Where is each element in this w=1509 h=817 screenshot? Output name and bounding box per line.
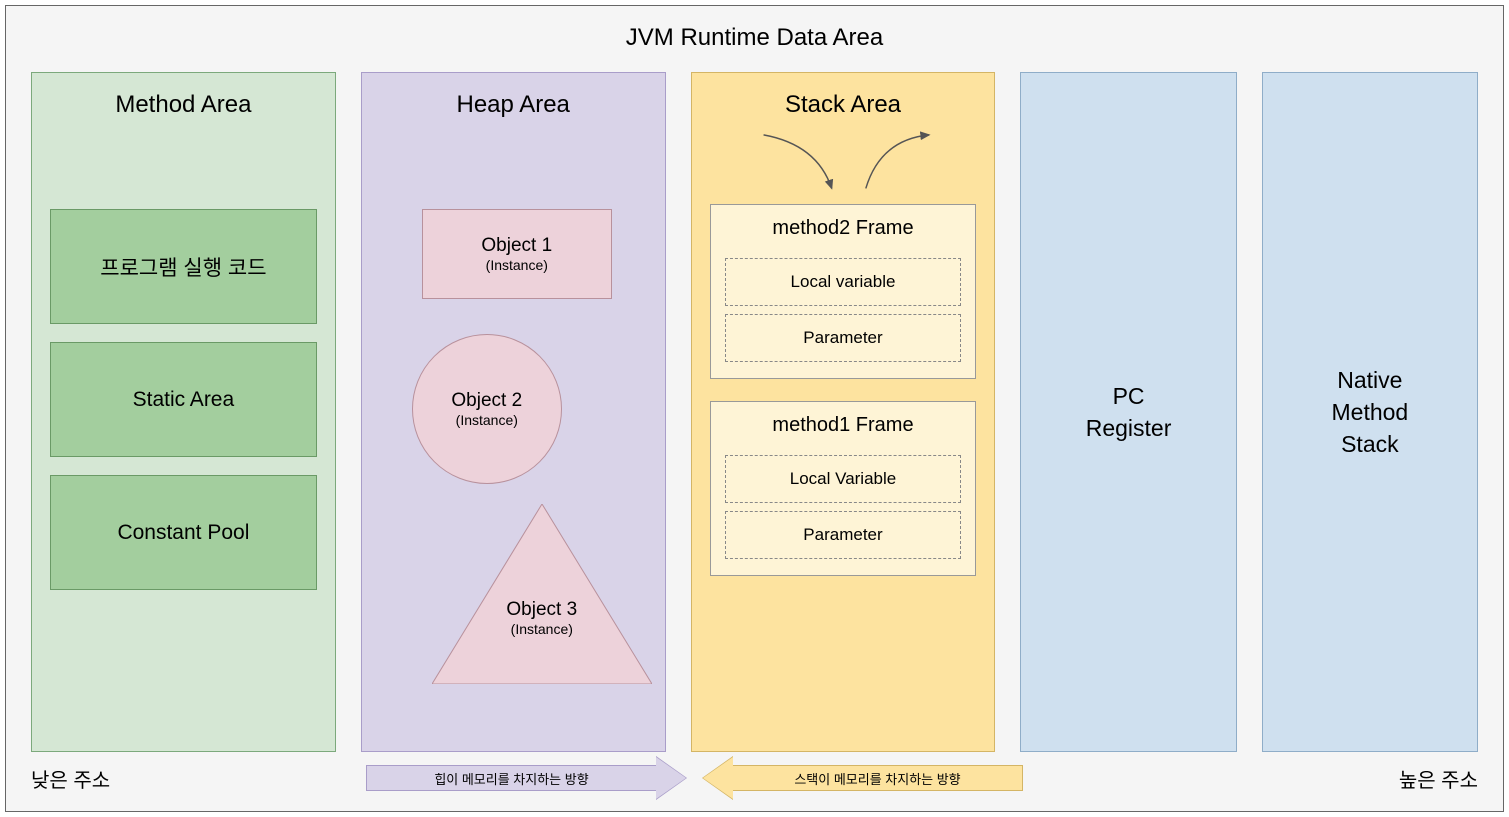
object-name: Object 3 bbox=[432, 599, 652, 621]
heap-direction-arrow: 힙이 메모리를 차지하는 방향 bbox=[366, 757, 686, 799]
native-method-stack-label: NativeMethodStack bbox=[1332, 364, 1409, 461]
stack-arrows-row bbox=[710, 129, 977, 204]
pc-register: PCRegister bbox=[1020, 72, 1236, 752]
frame-slot-local-variable: Local variable bbox=[725, 258, 962, 306]
stack-direction-label: 스택이 메모리를 차지하는 방향 bbox=[733, 765, 1023, 791]
frame-slot-parameter: Parameter bbox=[725, 511, 962, 559]
heap-object-triangle: Object 3 (Instance) bbox=[432, 504, 652, 684]
jvm-runtime-data-area: JVM Runtime Data Area Method Area 프로그램 실… bbox=[5, 5, 1504, 812]
object-subtitle: (Instance) bbox=[432, 621, 652, 637]
heap-area-title: Heap Area bbox=[456, 73, 569, 129]
method-area-item: Constant Pool bbox=[50, 475, 317, 590]
stack-area-inner: method2 Frame Local variable Parameter m… bbox=[692, 129, 995, 616]
diagram-title: JVM Runtime Data Area bbox=[6, 6, 1503, 62]
method-area-item: 프로그램 실행 코드 bbox=[50, 209, 317, 324]
triangle-shape-icon bbox=[432, 504, 652, 684]
heap-area: Heap Area Object 1 (Instance) Object 2 (… bbox=[361, 72, 666, 752]
high-address-label: 높은 주소 bbox=[1399, 764, 1478, 793]
object-name: Object 2 bbox=[451, 390, 522, 412]
arrow-right-icon bbox=[656, 757, 686, 799]
heap-area-inner: Object 1 (Instance) Object 2 (Instance) … bbox=[362, 129, 665, 751]
stack-frame: method1 Frame Local Variable Parameter bbox=[710, 401, 977, 576]
areas-row: Method Area 프로그램 실행 코드 Static Area Const… bbox=[6, 62, 1503, 752]
object-name: Object 1 bbox=[481, 235, 552, 257]
arrow-left-icon bbox=[703, 757, 733, 799]
object-subtitle: (Instance) bbox=[486, 257, 548, 273]
frame-title: method2 Frame bbox=[725, 217, 962, 250]
heap-direction-label: 힙이 메모리를 차지하는 방향 bbox=[366, 765, 656, 791]
stack-area-title: Stack Area bbox=[785, 73, 901, 129]
method-area-title: Method Area bbox=[115, 73, 251, 129]
stack-direction-arrow: 스택이 메모리를 차지하는 방향 bbox=[703, 757, 1023, 799]
frame-slot-local-variable: Local Variable bbox=[725, 455, 962, 503]
heap-object-circle: Object 2 (Instance) bbox=[412, 334, 562, 484]
heap-object-rect: Object 1 (Instance) bbox=[422, 209, 612, 299]
native-method-stack: NativeMethodStack bbox=[1262, 72, 1478, 752]
push-pop-arrows-icon bbox=[710, 129, 977, 204]
method-area: Method Area 프로그램 실행 코드 Static Area Const… bbox=[31, 72, 336, 752]
pc-register-label: PCRegister bbox=[1086, 380, 1172, 444]
object-subtitle: (Instance) bbox=[456, 412, 518, 428]
stack-frame: method2 Frame Local variable Parameter bbox=[710, 204, 977, 379]
method-area-item: Static Area bbox=[50, 342, 317, 457]
method-area-inner: 프로그램 실행 코드 Static Area Constant Pool bbox=[32, 129, 335, 608]
frame-slot-parameter: Parameter bbox=[725, 314, 962, 362]
low-address-label: 낮은 주소 bbox=[31, 764, 110, 793]
frame-title: method1 Frame bbox=[725, 414, 962, 447]
stack-area: Stack Area method2 Frame bbox=[691, 72, 996, 752]
